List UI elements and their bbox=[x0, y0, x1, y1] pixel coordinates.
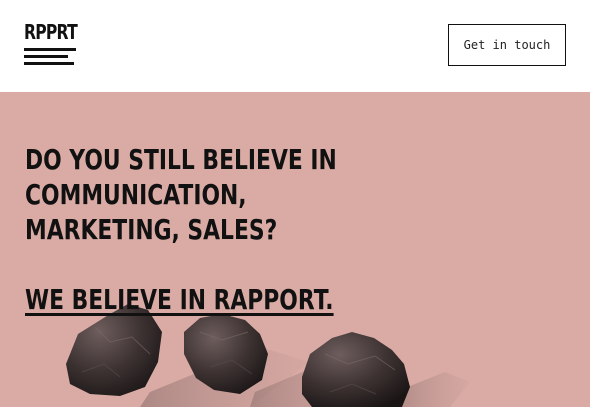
rock-left bbox=[66, 304, 162, 396]
page: RPPRT Get in touch DO YOU STILL BELIEVE … bbox=[0, 0, 590, 407]
rocks-image bbox=[66, 304, 470, 407]
logo[interactable]: RPPRT bbox=[24, 20, 80, 68]
site-header: RPPRT Get in touch bbox=[0, 0, 590, 92]
logo-bars-icon bbox=[24, 48, 76, 65]
get-in-touch-button[interactable]: Get in touch bbox=[448, 24, 566, 66]
rock-right bbox=[302, 332, 410, 407]
hero-section: DO YOU STILL BELIEVE IN COMMUNICATION, M… bbox=[0, 92, 590, 407]
tagline-link[interactable]: WE BELIEVE IN RAPPORT. bbox=[25, 282, 334, 317]
